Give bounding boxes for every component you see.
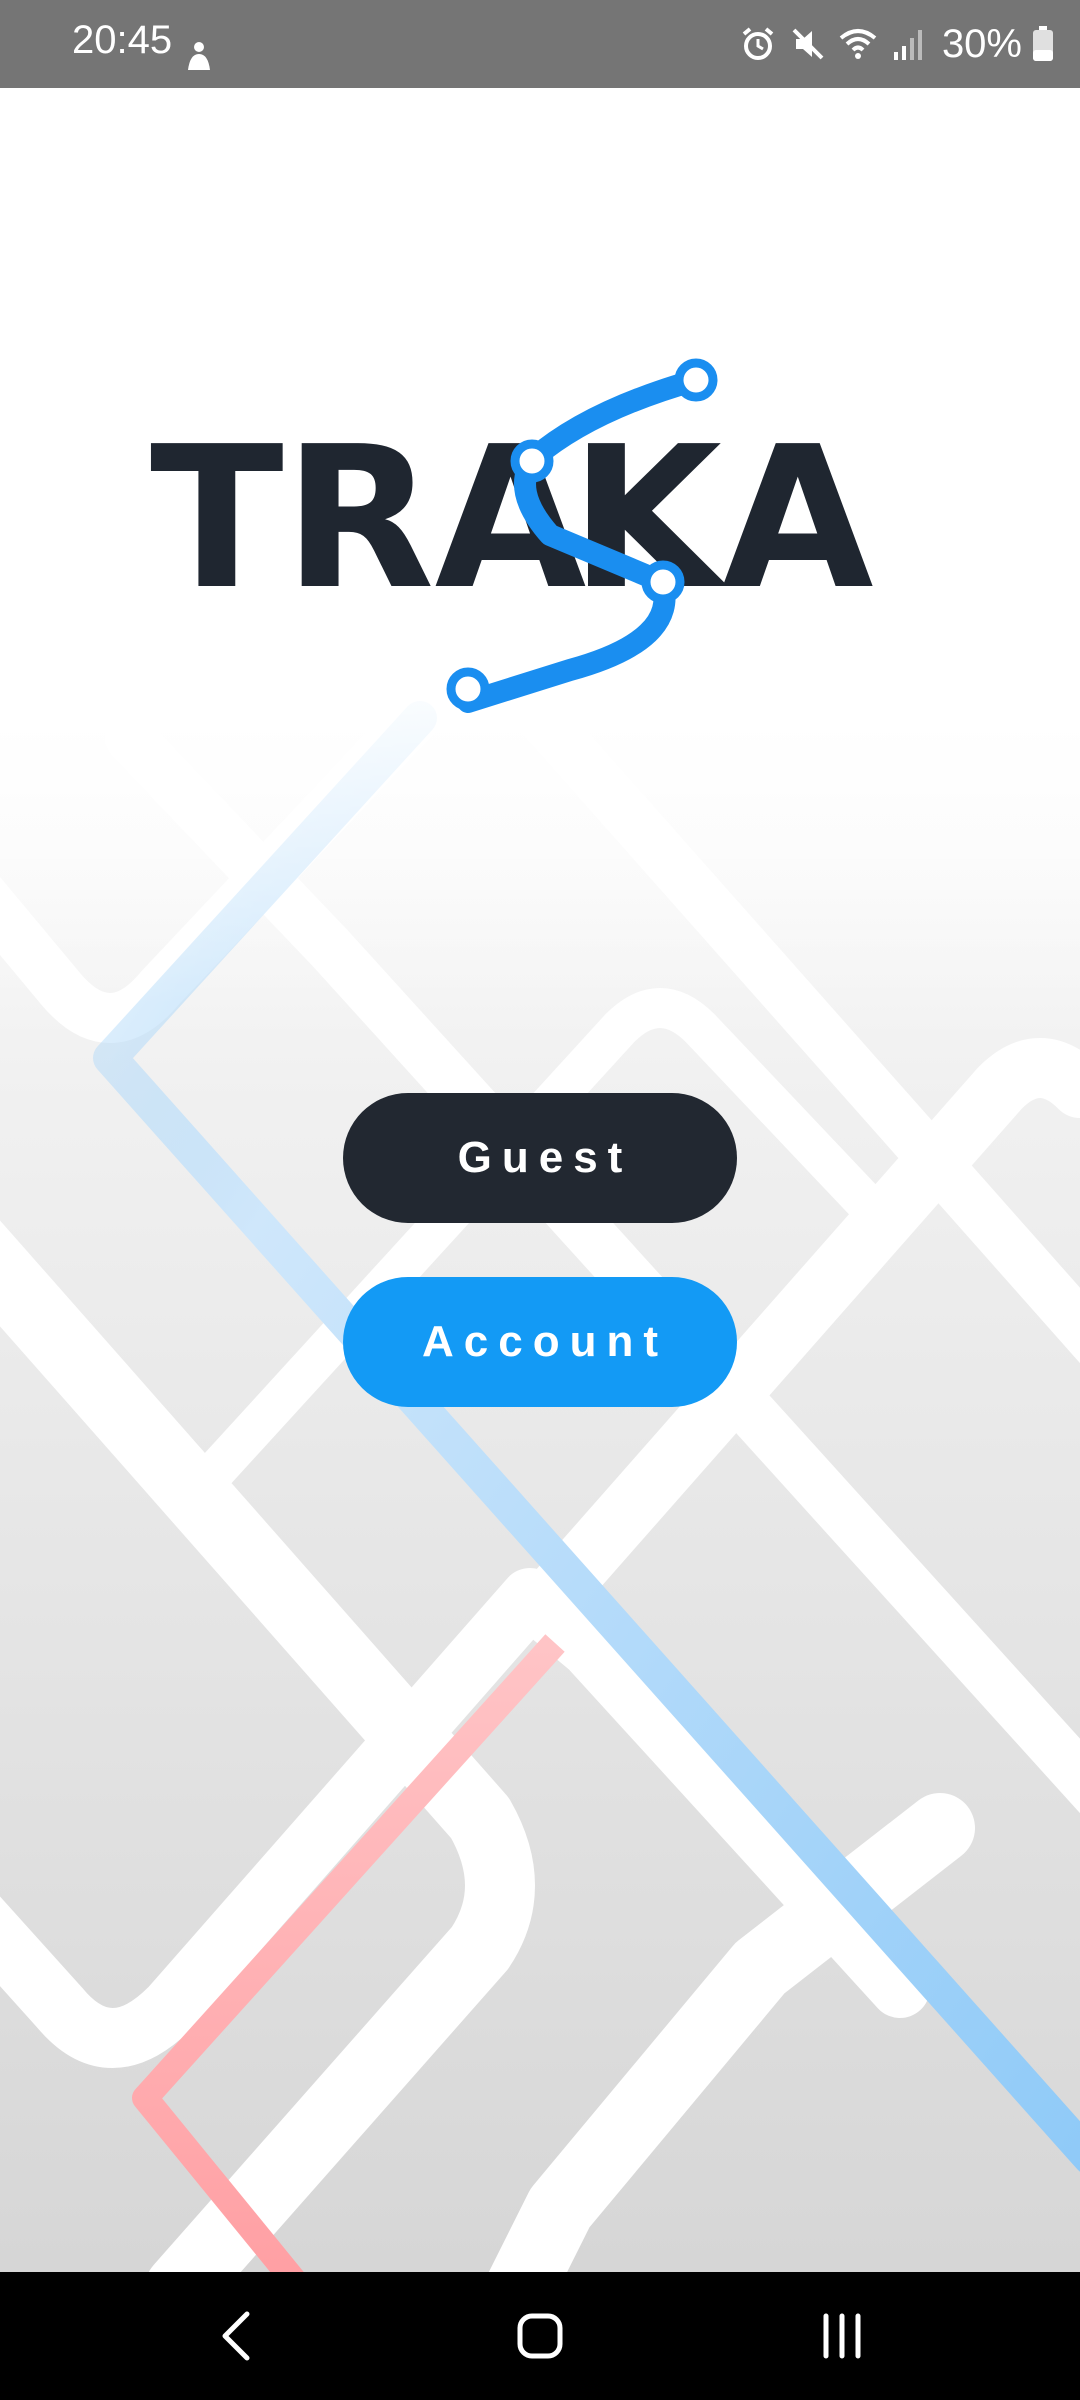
status-icons: 30% bbox=[738, 14, 1054, 74]
traska-logo: TRA KA bbox=[150, 358, 874, 713]
navigation-bar bbox=[0, 2272, 1080, 2400]
signal-icon bbox=[893, 30, 922, 60]
battery-icon bbox=[1033, 26, 1053, 61]
welcome-screen: 20:45 30% TRA KA Guest Account bbox=[0, 0, 1080, 2400]
battery-percent: 30% bbox=[941, 21, 1022, 66]
status-time: 20:45 bbox=[72, 18, 173, 62]
svg-text:TRA: TRA bbox=[150, 405, 586, 633]
home-icon[interactable] bbox=[500, 2296, 580, 2376]
mute-icon bbox=[792, 28, 824, 60]
alarm-icon bbox=[742, 27, 774, 60]
status-bar: 20:45 30% bbox=[0, 0, 1080, 88]
svg-text:KA: KA bbox=[570, 405, 874, 633]
account-button[interactable]: Account bbox=[343, 1277, 737, 1407]
back-icon[interactable] bbox=[196, 2296, 276, 2376]
guest-button[interactable]: Guest bbox=[343, 1093, 737, 1223]
person-icon bbox=[188, 42, 210, 70]
recent-apps-icon[interactable] bbox=[802, 2296, 882, 2376]
wifi-icon bbox=[839, 29, 877, 59]
